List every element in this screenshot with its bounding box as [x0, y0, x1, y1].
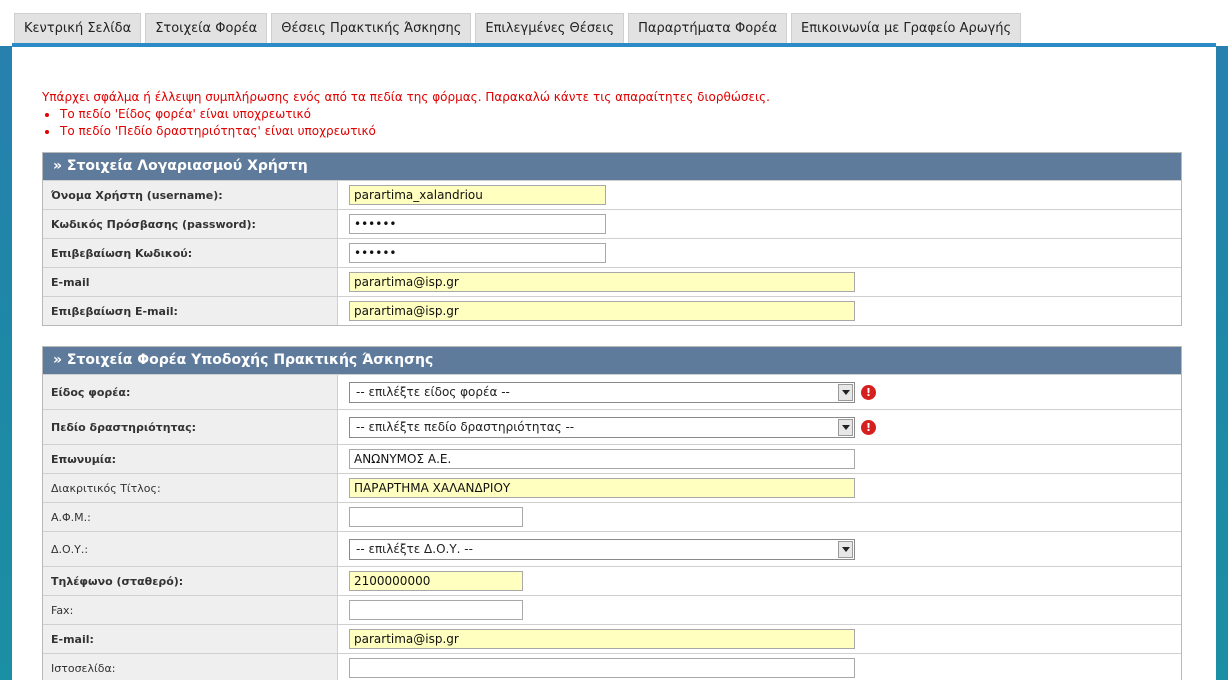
error-message: Υπάρχει σφάλμα ή έλλειψη συμπλήρωσης ενό…: [42, 90, 770, 104]
afm-label: Α.Φ.Μ.:: [43, 503, 338, 531]
password-confirm-label: Επιβεβαίωση Κωδικού:: [43, 239, 338, 267]
bullet-icon: [45, 130, 49, 134]
tab-home[interactable]: Κεντρική Σελίδα: [14, 13, 142, 43]
form-row-provider-type: Είδος φορέα: -- επιλέξτε είδος φορέα -- …: [43, 374, 1181, 409]
form-row-company-name: Επωνυμία: ΑΝΩΝΥΜΟΣ Α.Ε.: [43, 444, 1181, 473]
provider-email-input[interactable]: parartima@isp.gr: [349, 629, 855, 649]
provider-type-select[interactable]: -- επιλέξτε είδος φορέα --: [349, 381, 855, 403]
form-row-doy: Δ.Ο.Υ.: -- επιλέξτε Δ.Ο.Υ. --: [43, 531, 1181, 566]
error-summary: Υπάρχει σφάλμα ή έλλειψη συμπλήρωσης ενό…: [42, 89, 770, 140]
tab-provider-details[interactable]: Στοιχεία Φορέα: [145, 13, 268, 43]
phone-input[interactable]: 2100000000: [349, 571, 523, 591]
username-label: Όνομα Χρήστη (username):: [43, 181, 338, 209]
chevron-down-icon[interactable]: [838, 418, 853, 436]
form-row-phone: Τηλέφωνο (σταθερό): 2100000000: [43, 566, 1181, 595]
provider-panel: » Στοιχεία Φορέα Υποδοχής Πρακτικής Άσκη…: [42, 346, 1182, 680]
chevron-down-icon[interactable]: [838, 383, 853, 401]
error-item-text: Το πεδίο 'Είδος φορέα' είναι υποχρεωτικό: [60, 107, 311, 121]
form-row-password-confirm: Επιβεβαίωση Κωδικού: ••••••: [43, 238, 1181, 267]
activity-field-label: Πεδίο δραστηριότητας:: [43, 410, 338, 444]
provider-email-label: E-mail:: [43, 625, 338, 653]
activity-field-select[interactable]: -- επιλέξτε πεδίο δραστηριότητας --: [349, 416, 855, 438]
company-name-label: Επωνυμία:: [43, 445, 338, 473]
provider-panel-title: » Στοιχεία Φορέα Υποδοχής Πρακτικής Άσκη…: [43, 347, 1181, 374]
doy-label: Δ.Ο.Υ.:: [43, 532, 338, 566]
email-label: E-mail: [43, 268, 338, 296]
email-confirm-input[interactable]: parartima@isp.gr: [349, 301, 855, 321]
form-row-email-confirm: Επιβεβαίωση E-mail: parartima@isp.gr: [43, 296, 1181, 325]
password-confirm-input[interactable]: ••••••: [349, 243, 606, 263]
bullet-icon: [45, 113, 49, 117]
main-tabs: Κεντρική Σελίδα Στοιχεία Φορέα Θέσεις Πρ…: [14, 13, 1022, 43]
form-row-fax: Fax:: [43, 595, 1181, 624]
error-item: Το πεδίο 'Πεδίο δραστηριότητας' είναι υπ…: [42, 123, 770, 140]
provider-type-selected: -- επιλέξτε είδος φορέα --: [356, 384, 510, 399]
form-row-username: Όνομα Χρήστη (username): parartima_xalan…: [43, 180, 1181, 209]
account-panel-title: » Στοιχεία Λογαριασμού Χρήστη: [43, 153, 1181, 180]
main-content: Υπάρχει σφάλμα ή έλλειψη συμπλήρωσης ενό…: [12, 47, 1216, 680]
form-row-afm: Α.Φ.Μ.:: [43, 502, 1181, 531]
tab-selected-positions[interactable]: Επιλεγμένες Θέσεις: [475, 13, 625, 43]
fax-label: Fax:: [43, 596, 338, 624]
error-icon: !: [861, 384, 876, 400]
tab-internship-positions[interactable]: Θέσεις Πρακτικής Άσκησης: [271, 13, 472, 43]
chevron-down-icon[interactable]: [838, 540, 853, 558]
distinctive-title-input[interactable]: ΠΑΡΑΡΤΗΜΑ ΧΑΛΑΝΔΡΙΟΥ: [349, 478, 855, 498]
distinctive-title-label: Διακριτικός Τίτλος:: [43, 474, 338, 502]
password-input[interactable]: ••••••: [349, 214, 606, 234]
email-input[interactable]: parartima@isp.gr: [349, 272, 855, 292]
error-item: Το πεδίο 'Είδος φορέα' είναι υποχρεωτικό: [42, 106, 770, 123]
form-row-activity-field: Πεδίο δραστηριότητας: -- επιλέξτε πεδίο …: [43, 409, 1181, 444]
email-confirm-label: Επιβεβαίωση E-mail:: [43, 297, 338, 325]
error-icon: !: [861, 419, 876, 435]
password-label: Κωδικός Πρόσβασης (password):: [43, 210, 338, 238]
error-item-text: Το πεδίο 'Πεδίο δραστηριότητας' είναι υπ…: [60, 124, 376, 138]
tab-provider-branches[interactable]: Παραρτήματα Φορέα: [628, 13, 788, 43]
provider-type-label: Είδος φορέα:: [43, 375, 338, 409]
doy-select[interactable]: -- επιλέξτε Δ.Ο.Υ. --: [349, 538, 855, 560]
website-label: Ιστοσελίδα:: [43, 654, 338, 680]
afm-input[interactable]: [349, 507, 523, 527]
activity-field-selected: -- επιλέξτε πεδίο δραστηριότητας --: [356, 419, 575, 434]
username-input[interactable]: parartima_xalandriou: [349, 185, 606, 205]
form-row-password: Κωδικός Πρόσβασης (password): ••••••: [43, 209, 1181, 238]
error-list: Το πεδίο 'Είδος φορέα' είναι υποχρεωτικό…: [42, 106, 770, 140]
doy-selected: -- επιλέξτε Δ.Ο.Υ. --: [356, 541, 473, 556]
form-row-provider-email: E-mail: parartima@isp.gr: [43, 624, 1181, 653]
website-input[interactable]: [349, 658, 855, 678]
fax-input[interactable]: [349, 600, 523, 620]
form-row-email: E-mail parartima@isp.gr: [43, 267, 1181, 296]
top-navigation-bar: Κεντρική Σελίδα Στοιχεία Φορέα Θέσεις Πρ…: [0, 0, 1228, 46]
company-name-input[interactable]: ΑΝΩΝΥΜΟΣ Α.Ε.: [349, 449, 855, 469]
account-panel: » Στοιχεία Λογαριασμού Χρήστη Όνομα Χρήσ…: [42, 152, 1182, 326]
form-row-distinctive-title: Διακριτικός Τίτλος: ΠΑΡΑΡΤΗΜΑ ΧΑΛΑΝΔΡΙΟΥ: [43, 473, 1181, 502]
phone-label: Τηλέφωνο (σταθερό):: [43, 567, 338, 595]
form-row-website: Ιστοσελίδα:: [43, 653, 1181, 680]
tab-helpdesk-contact[interactable]: Επικοινωνία με Γραφείο Αρωγής: [791, 13, 1022, 43]
